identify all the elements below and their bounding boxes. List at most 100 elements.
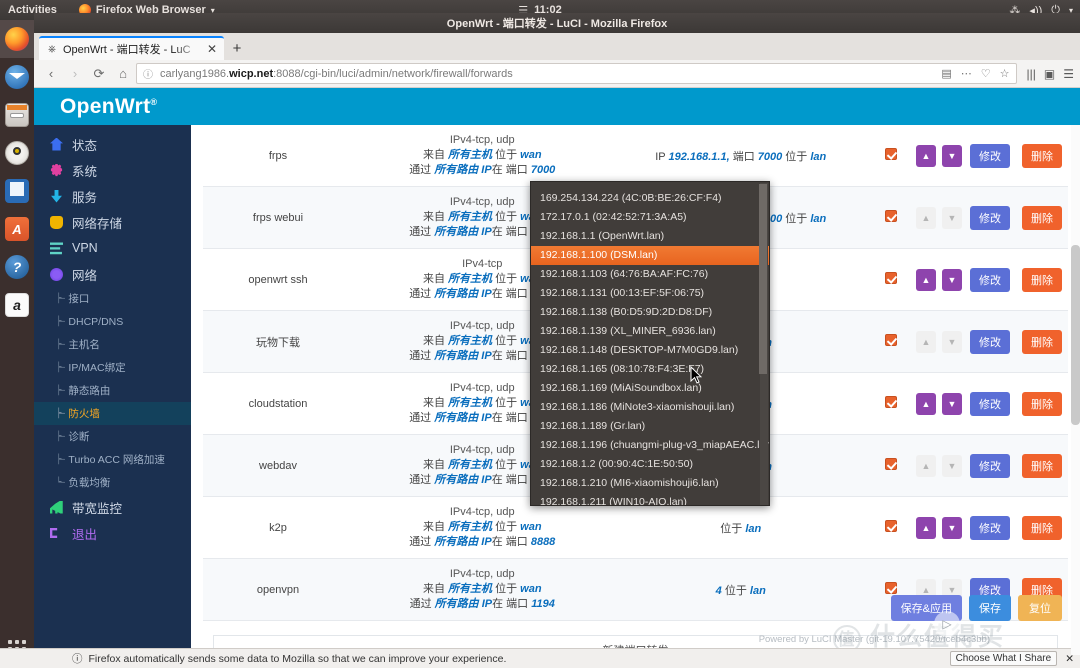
new-tab-button[interactable]: + — [224, 36, 250, 60]
move-up-button[interactable]: ▲ — [916, 268, 936, 291]
sidebar-item-static-routes[interactable]: ┝-- 静态路由 — [34, 379, 191, 402]
launcher-item-firefox[interactable] — [0, 20, 34, 58]
sidebar-item-status[interactable]: 状态 — [34, 131, 191, 157]
delete-button[interactable]: 删除 — [1022, 205, 1062, 230]
enable-checkbox[interactable] — [885, 210, 897, 222]
modify-button[interactable]: 修改 — [970, 143, 1010, 168]
home-button[interactable]: ⌂ — [112, 63, 134, 85]
modify-button[interactable]: 修改 — [970, 391, 1010, 416]
sidebar-item-load-balancing[interactable]: ┕-- 负载均衡 — [34, 471, 191, 494]
enable-checkbox[interactable] — [885, 396, 897, 408]
dropdown-option[interactable]: 192.168.1.1 (OpenWrt.lan) — [531, 227, 769, 246]
enable-checkbox[interactable] — [885, 272, 897, 284]
bookmark-star-icon[interactable]: ☆ — [1000, 67, 1010, 80]
page-scrollbar[interactable] — [1071, 125, 1080, 655]
launcher-item-software[interactable]: A — [0, 210, 34, 248]
dropdown-option[interactable]: 192.168.1.148 (DESKTOP-M7M0GD9.lan) — [531, 341, 769, 360]
sidebar-item-interfaces[interactable]: ┝-- 接口 — [34, 287, 191, 310]
dropdown-option[interactable]: 192.168.1.138 (B0:D5:9D:2D:D8:DF) — [531, 303, 769, 322]
forward-button[interactable]: › — [64, 63, 86, 85]
move-down-button[interactable]: ▼ — [942, 392, 962, 415]
launcher-item-amazon[interactable]: a — [0, 286, 34, 324]
move-down-button[interactable]: ▼ — [942, 206, 962, 229]
move-up-button[interactable]: ▲ — [916, 144, 936, 167]
url-bar[interactable]: ⓘ carlyang1986.wicp.net:8088/cgi-bin/luc… — [136, 63, 1017, 84]
enable-checkbox[interactable] — [885, 458, 897, 470]
move-up-button[interactable]: ▲ — [916, 206, 936, 229]
dropdown-option[interactable]: 169.254.134.224 (4C:0B:BE:26:CF:F4) — [531, 189, 769, 208]
pocket-icon[interactable]: ♡ — [981, 67, 991, 80]
modify-button[interactable]: 修改 — [970, 205, 1010, 230]
delete-button[interactable]: 删除 — [1022, 143, 1062, 168]
floating-action-icon[interactable]: ▷ — [934, 611, 960, 637]
move-up-button[interactable]: ▲ — [916, 392, 936, 415]
sidebar-item-hostnames[interactable]: ┝-- 主机名 — [34, 333, 191, 356]
delete-button[interactable]: 删除 — [1022, 267, 1062, 292]
sidebar-item-logout[interactable]: 退出 — [34, 520, 191, 546]
sidebar-item-diagnostics[interactable]: ┝-- 诊断 — [34, 425, 191, 448]
sidebar-item-firewall[interactable]: ┝-- 防火墙 — [34, 402, 191, 425]
site-info-icon[interactable]: ⓘ — [143, 66, 153, 81]
dropdown-option[interactable]: 192.168.1.131 (00:13:EF:5F:06:75) — [531, 284, 769, 303]
enable-checkbox[interactable] — [885, 148, 897, 160]
dropdown-option[interactable]: 192.168.1.196 (chuangmi-plug-v3_miapAEAC… — [531, 436, 769, 455]
page-actions-icon[interactable]: ⋯ — [961, 67, 972, 80]
sidebar-item-services[interactable]: 服务 — [34, 183, 191, 209]
reload-button[interactable]: ⟳ — [88, 63, 110, 85]
dropdown-option[interactable]: 192.168.1.2 (00:90:4C:1E:50:50) — [531, 455, 769, 474]
sidebar-item-bandwidth-monitor[interactable]: 带宽监控 — [34, 494, 191, 520]
move-down-button[interactable]: ▼ — [942, 516, 962, 539]
close-tab-icon[interactable]: ✕ — [207, 42, 217, 56]
dropdown-option[interactable]: 172.17.0.1 (02:42:52:71:3A:A5) — [531, 208, 769, 227]
delete-button[interactable]: 删除 — [1022, 391, 1062, 416]
modify-button[interactable]: 修改 — [970, 329, 1010, 354]
delete-button[interactable]: 删除 — [1022, 453, 1062, 478]
enable-checkbox[interactable] — [885, 520, 897, 532]
move-down-button[interactable]: ▼ — [942, 454, 962, 477]
launcher-item-rhythmbox[interactable] — [0, 134, 34, 172]
launcher-item-writer[interactable] — [0, 172, 34, 210]
back-button[interactable]: ‹ — [40, 63, 62, 85]
tab-openwrt[interactable]: ⎈ OpenWrt - 端口转发 - LuC ✕ — [39, 36, 224, 60]
sidebar-item-dhcp-dns[interactable]: ┝-- DHCP/DNS — [34, 310, 191, 333]
reader-mode-icon[interactable]: ▤ — [941, 67, 951, 80]
delete-button[interactable]: 删除 — [1022, 515, 1062, 540]
sidebar-icon[interactable]: ▣ — [1044, 67, 1055, 81]
dropdown-scrollbar[interactable] — [759, 183, 768, 505]
scrollbar-thumb[interactable] — [1071, 245, 1080, 425]
app-menu-icon[interactable]: ☰ — [1063, 67, 1074, 81]
enable-checkbox[interactable] — [885, 334, 897, 346]
dropdown-option[interactable]: 192.168.1.189 (Gr.lan) — [531, 417, 769, 436]
dropdown-option[interactable]: 192.168.1.139 (XL_MINER_6936.lan) — [531, 322, 769, 341]
launcher-item-thunderbird[interactable] — [0, 58, 34, 96]
dropdown-option[interactable]: 192.168.1.210 (MI6-xiaomishouji6.lan) — [531, 474, 769, 493]
move-up-button[interactable]: ▲ — [916, 516, 936, 539]
move-down-button[interactable]: ▼ — [942, 330, 962, 353]
launcher-item-files[interactable] — [0, 96, 34, 134]
enable-checkbox[interactable] — [885, 582, 897, 594]
move-down-button[interactable]: ▼ — [942, 144, 962, 167]
move-up-button[interactable]: ▲ — [916, 330, 936, 353]
dropdown-option[interactable]: 192.168.1.103 (64:76:BA:AF:FC:76) — [531, 265, 769, 284]
sidebar-item-storage[interactable]: 网络存储 — [34, 209, 191, 235]
launcher-item-help[interactable]: ? — [0, 248, 34, 286]
modify-button[interactable]: 修改 — [970, 267, 1010, 292]
sidebar-item-ip-mac-binding[interactable]: ┝-- IP/MAC绑定 — [34, 356, 191, 379]
modify-button[interactable]: 修改 — [970, 515, 1010, 540]
dropdown-option[interactable]: 192.168.1.211 (WIN10-AIO.lan) — [531, 493, 769, 505]
dropdown-option[interactable]: 192.168.1.165 (08:10:78:F4:3E:F7) — [531, 360, 769, 379]
modify-button[interactable]: 修改 — [970, 453, 1010, 478]
dropdown-option[interactable]: 192.168.1.169 (MiAiSoundbox.lan) — [531, 379, 769, 398]
reset-button[interactable]: 复位 — [1018, 595, 1062, 621]
int-ip-dropdown-list[interactable]: 169.254.134.224 (4C:0B:BE:26:CF:F4) 172.1… — [530, 181, 770, 506]
library-icon[interactable]: ||| — [1027, 67, 1036, 81]
delete-button[interactable]: 删除 — [1022, 329, 1062, 354]
sidebar-item-network[interactable]: 网络 — [34, 261, 191, 287]
dropdown-option[interactable]: 192.168.1.100 (DSM.lan) — [531, 246, 769, 265]
move-up-button[interactable]: ▲ — [916, 454, 936, 477]
dropdown-option[interactable]: 192.168.1.186 (MiNote3-xiaomishouji.lan) — [531, 398, 769, 417]
choose-what-i-share-button[interactable]: Choose What I Share — [949, 651, 1058, 666]
sidebar-item-vpn[interactable]: VPN — [34, 235, 191, 261]
dropdown-scrollbar-thumb[interactable] — [759, 184, 767, 374]
sidebar-item-system[interactable]: 系统 — [34, 157, 191, 183]
